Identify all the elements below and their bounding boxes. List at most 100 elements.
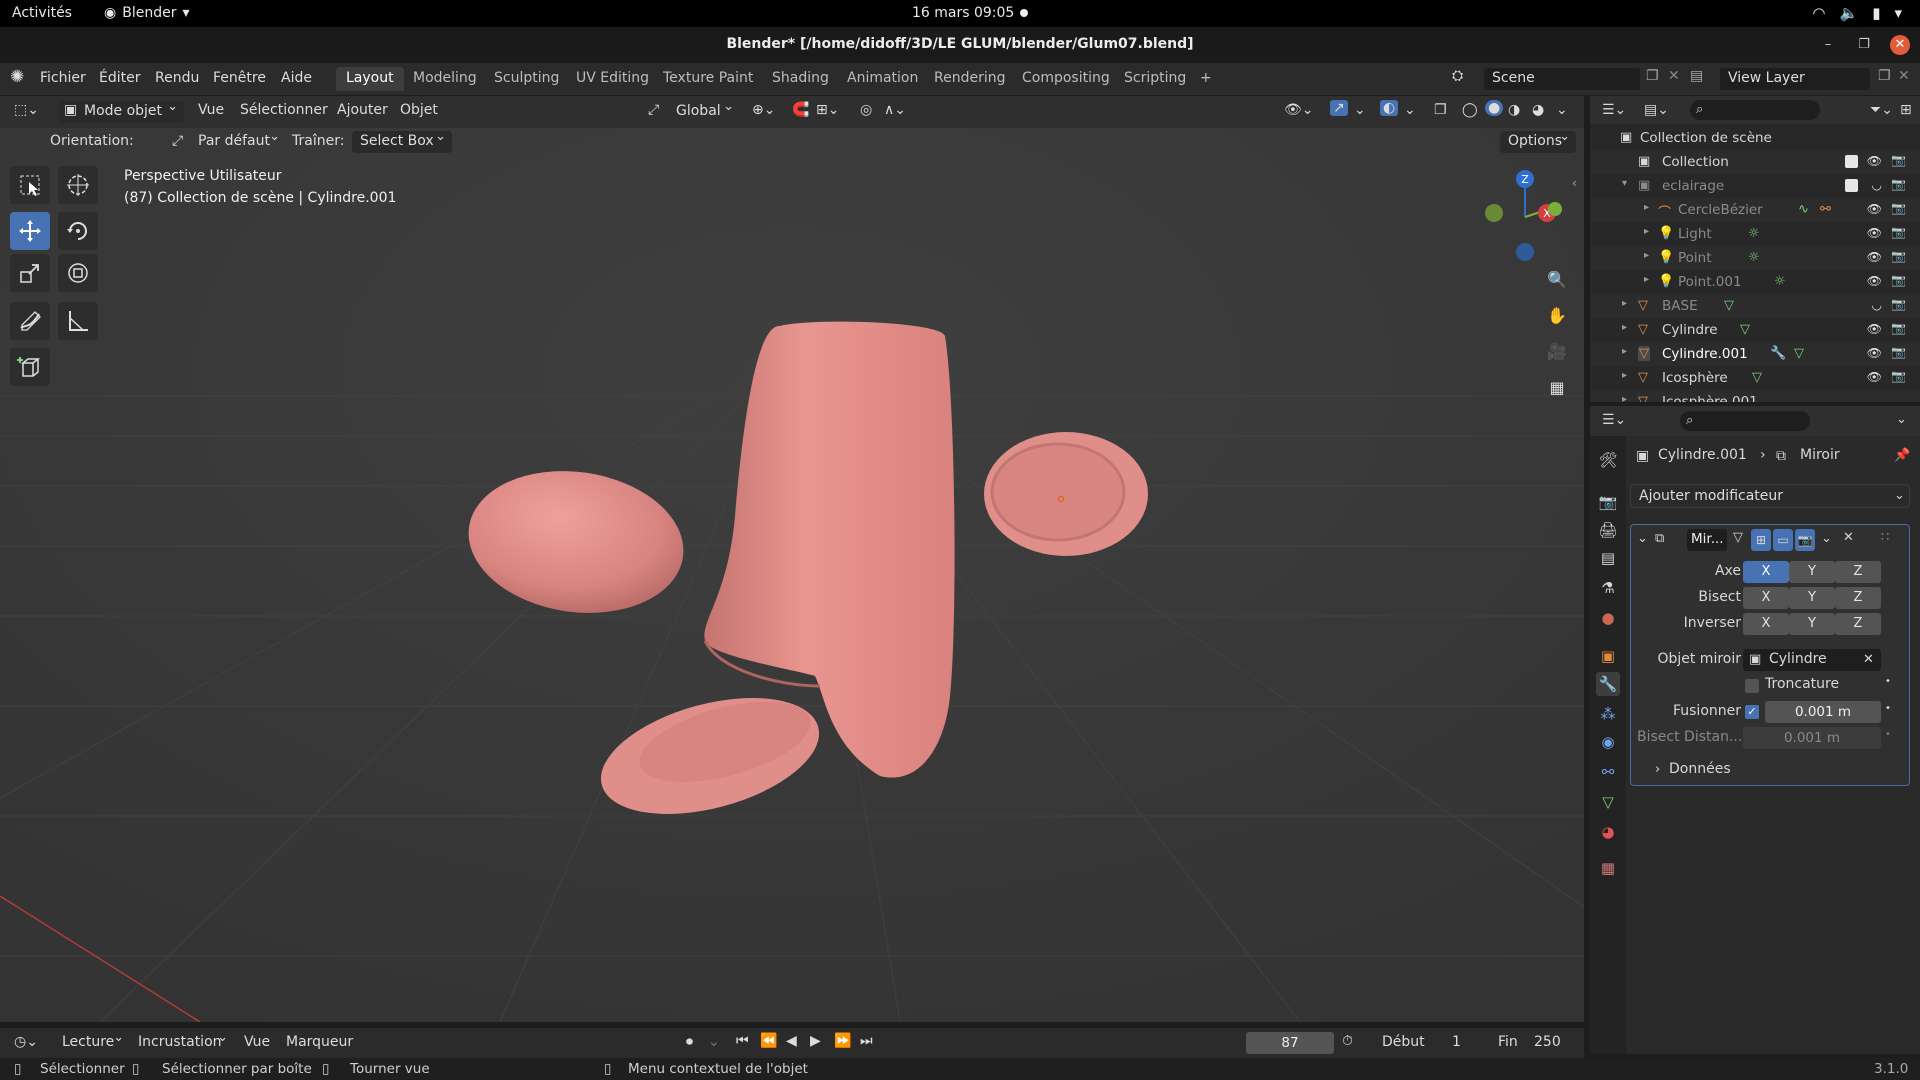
cursor-tool[interactable] [58, 166, 98, 204]
tab-sculpting[interactable]: Sculpting [484, 67, 569, 91]
tab-uv-editing[interactable]: UV Editing [566, 67, 659, 91]
inverser-z-toggle[interactable]: Z [1835, 613, 1881, 635]
chevron-down-icon[interactable]: ⌄ [1354, 102, 1366, 118]
add-modifier-dropdown[interactable]: Ajouter modificateur [1630, 484, 1910, 508]
wireframe-shading-icon[interactable]: ◯ [1462, 102, 1478, 118]
annotate-tool[interactable] [10, 302, 50, 340]
maximize-button[interactable]: ❐ [1854, 35, 1874, 55]
eye-icon[interactable]: 👁 [1867, 226, 1882, 240]
solid-shading-icon[interactable]: ● [1485, 100, 1504, 116]
new-collection-icon[interactable]: ⊞ [1900, 102, 1912, 118]
eye-closed-icon[interactable]: ◡ [1872, 178, 1882, 192]
list-item[interactable]: ▸ ▽ Cylindre ▽ 👁 📷 [1590, 318, 1920, 342]
world-tab-icon[interactable]: ● [1596, 606, 1620, 630]
properties-search-input[interactable] [1680, 411, 1810, 431]
camera-icon[interactable]: 📷 [1891, 249, 1906, 263]
list-item[interactable]: ▾ ▣ eclairage ◡ 📷 [1590, 174, 1920, 198]
donnees-subpanel[interactable]: Données [1669, 761, 1731, 777]
overlay-toggle-icon[interactable]: ◐ [1380, 100, 1399, 116]
exclude-checkbox[interactable] [1845, 155, 1858, 168]
modifier-tab-icon[interactable]: 🔧 [1596, 672, 1620, 696]
axe-x-toggle[interactable]: X [1743, 561, 1789, 583]
troncature-checkbox[interactable] [1745, 679, 1759, 693]
select-box-tool[interactable] [10, 166, 50, 204]
menu-fichier[interactable]: Fichier [40, 70, 86, 86]
list-item[interactable]: ▸ ▽ Icosphère ▽ 👁 📷 [1590, 366, 1920, 390]
start-value[interactable]: 1 [1452, 1034, 1461, 1050]
menu-objet[interactable]: Objet [400, 102, 438, 118]
app-menu[interactable]: ◉ Blender ▾ [104, 5, 190, 21]
record-icon[interactable]: ⏺ [686, 1034, 693, 1050]
drag-handle-icon[interactable]: ∷ [1881, 530, 1889, 545]
chevron-down-icon[interactable]: ⌄ [1404, 102, 1416, 118]
navigation-gizmo[interactable]: Z X [1470, 162, 1580, 272]
timeline-editor-icon[interactable]: ◷⌄ [14, 1034, 38, 1050]
bisect-y-toggle[interactable]: Y [1789, 587, 1835, 609]
outliner-editor-icon[interactable]: ☰⌄ [1602, 102, 1626, 118]
orientation-dropdown[interactable]: Par défaut [190, 129, 286, 153]
clear-icon[interactable]: ✕ [1863, 652, 1874, 667]
menu-editer[interactable]: Éditer [99, 70, 140, 86]
stopwatch-icon[interactable]: ⏱ [1342, 1033, 1353, 1049]
chevron-down-icon[interactable]: ⌄ [1896, 412, 1907, 427]
blender-logo-icon[interactable]: ✺ [10, 67, 24, 87]
chevron-down-icon[interactable]: ⌄ [1821, 531, 1832, 546]
list-item[interactable]: ▸ 💡 Light ☼ 👁 📷 [1590, 222, 1920, 246]
measure-tool[interactable] [58, 302, 98, 340]
new-view-layer-icon[interactable]: ❐ [1878, 68, 1891, 84]
tab-rendering[interactable]: Rendering [924, 67, 1016, 91]
list-item[interactable]: ▸ ▽ Cylindre.001 🔧 ▽ 👁 📷 [1590, 342, 1920, 366]
camera-icon[interactable]: 📷 [1891, 201, 1906, 215]
rendered-shading-icon[interactable]: ◕ [1532, 102, 1544, 118]
list-item[interactable]: ▸ 💡 Point.001 ☼ 👁 📷 [1590, 270, 1920, 294]
camera-icon[interactable]: 📷 [1891, 345, 1906, 359]
eye-icon[interactable]: 👁 [1867, 370, 1882, 384]
bisect-z-toggle[interactable]: Z [1835, 587, 1881, 609]
view-layer-field[interactable]: View Layer [1720, 68, 1870, 90]
output-tab-icon[interactable]: 🖨 [1596, 518, 1620, 542]
system-tray[interactable]: ◠ 🔈 ▮ ▾ [1812, 4, 1902, 22]
expand-arrow-icon[interactable]: ▸ [1622, 346, 1627, 357]
expand-arrow-icon[interactable]: ▾ [1622, 178, 1627, 189]
axe-z-toggle[interactable]: Z [1835, 561, 1881, 583]
expand-arrow-icon[interactable]: ▸ [1622, 370, 1627, 381]
eye-closed-icon[interactable]: ◡ [1872, 298, 1882, 312]
pan-hand-icon[interactable]: ✋ [1542, 300, 1572, 330]
inverser-y-toggle[interactable]: Y [1789, 613, 1835, 635]
eye-icon[interactable]: 👁 [1867, 250, 1882, 264]
keyframe-dot-icon[interactable]: • [1885, 676, 1891, 687]
display-mode-icon[interactable]: ▤⌄ [1644, 102, 1669, 118]
view-layer-tab-icon[interactable]: ▤ [1596, 546, 1620, 570]
camera-icon[interactable]: 📷 [1891, 321, 1906, 335]
prev-keyframe-icon[interactable]: ⏪ [760, 1033, 777, 1049]
tab-modeling[interactable]: Modeling [403, 67, 487, 91]
expand-arrow-icon[interactable]: ▸ [1644, 202, 1649, 213]
edit-mode-cage-icon[interactable]: ▽ [1733, 530, 1743, 545]
eye-icon[interactable]: 👁 [1867, 274, 1882, 288]
menu-vue[interactable]: Vue [198, 102, 224, 118]
close-icon[interactable]: ✕ [1898, 68, 1910, 84]
inverser-x-toggle[interactable]: X [1743, 613, 1789, 635]
clock[interactable]: 16 mars 09:05 [912, 5, 1014, 21]
eye-icon[interactable]: 👁 [1867, 322, 1882, 336]
menu-vue[interactable]: Vue [244, 1034, 270, 1050]
ortho-grid-icon[interactable]: ▦ [1542, 372, 1572, 402]
expand-arrow-icon[interactable]: ▸ [1644, 274, 1649, 285]
proportional-edit-icon[interactable]: ◎ [860, 102, 872, 118]
camera-icon[interactable]: 📷 [1891, 297, 1906, 311]
exclude-checkbox[interactable] [1845, 179, 1858, 192]
viewport-toggle-icon[interactable]: ▭ [1773, 529, 1793, 551]
expand-arrow-icon[interactable]: ▸ [1622, 322, 1627, 333]
expand-arrow-icon[interactable]: ▸ [1622, 394, 1627, 402]
camera-icon[interactable]: 📷 [1891, 273, 1906, 287]
minimize-button[interactable]: – [1818, 35, 1838, 55]
menu-ajouter[interactable]: Ajouter [337, 102, 388, 118]
tab-compositing[interactable]: Compositing [1012, 67, 1120, 91]
modifier-name-field[interactable]: Mir... [1687, 529, 1727, 551]
list-item[interactable]: ▸ ⌒ CercleBézier ∿ ⚯ 👁 📷 [1590, 198, 1920, 222]
activities-button[interactable]: Activités [12, 5, 72, 21]
fusionner-distance-field[interactable]: 0.001 m [1765, 701, 1881, 723]
pivot-icon[interactable]: ⊕⌄ [752, 102, 775, 118]
camera-icon[interactable]: 📷 [1891, 177, 1906, 191]
scene-field[interactable]: Scene [1484, 68, 1640, 90]
